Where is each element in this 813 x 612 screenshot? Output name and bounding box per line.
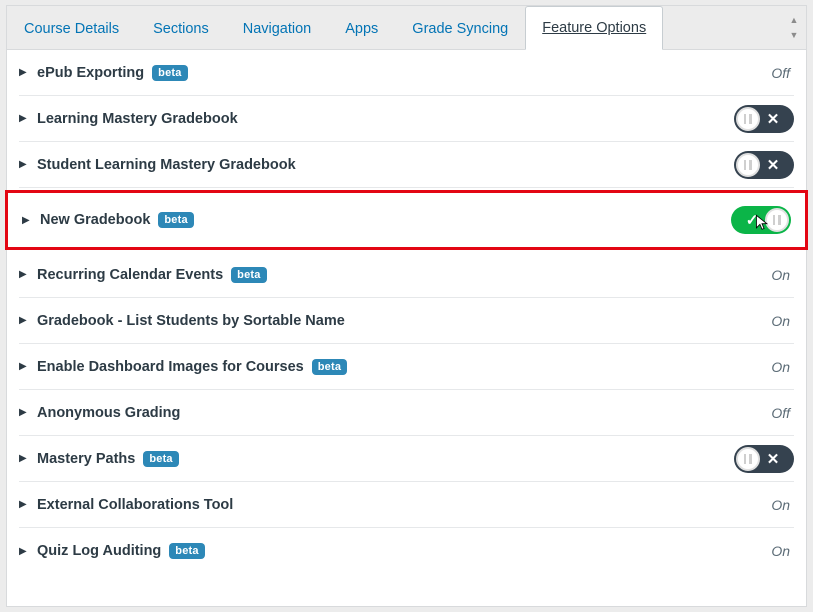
chevron-right-icon[interactable]: ▶ [19,453,29,464]
feature-row-epub-exporting: ▶ ePub Exporting beta Off [19,50,794,96]
feature-title: Quiz Log Auditing [37,543,161,559]
feature-row-left: ▶ Mastery Paths beta [19,451,734,467]
toggle-knob [765,208,789,232]
toggle-learning-mastery-gradebook[interactable]: ✕ [734,105,794,133]
close-icon: ✕ [762,156,784,174]
chevron-right-icon[interactable]: ▶ [19,499,29,510]
feature-state-text: On [771,543,790,559]
chevron-right-icon[interactable]: ▶ [19,159,29,170]
feature-row-student-learning-mastery: ▶ Student Learning Mastery Gradebook ✕ [19,142,794,188]
feature-row-mastery-paths: ▶ Mastery Paths beta ✕ [19,436,794,482]
tab-scroll-arrows: ▲ ▼ [786,6,802,49]
highlighted-feature: ▶ New Gradebook beta ✓ [5,190,808,250]
feature-row-left: ▶ Anonymous Grading [19,405,771,421]
beta-badge: beta [169,543,204,559]
toggle-mastery-paths[interactable]: ✕ [734,445,794,473]
feature-row-left: ▶ ePub Exporting beta [19,65,771,81]
feature-row-left: ▶ Recurring Calendar Events beta [19,267,771,283]
tab-course-details[interactable]: Course Details [7,6,136,50]
toggle-knob [736,107,760,131]
chevron-right-icon[interactable]: ▶ [19,546,29,557]
feature-row-external-collaborations-tool: ▶ External Collaborations Tool On [19,482,794,528]
feature-row-left: ▶ Gradebook - List Students by Sortable N… [19,313,771,329]
feature-row-left: ▶ Student Learning Mastery Gradebook [19,157,734,173]
feature-options-list: ▶ ePub Exporting beta Off ▶ Learning Mastery … [7,50,806,578]
feature-state-text: On [771,359,790,375]
chevron-right-icon[interactable]: ▶ [22,215,32,226]
toggle-knob [736,153,760,177]
toggle-student-learning-mastery[interactable]: ✕ [734,151,794,179]
feature-state-text: On [771,497,790,513]
check-icon: ✓ [741,211,763,229]
feature-title: Gradebook - List Students by Sortable Na… [37,313,345,329]
toggle-new-gradebook[interactable]: ✓ [731,206,791,234]
close-icon: ✕ [762,450,784,468]
beta-badge: beta [231,267,266,283]
feature-title: Enable Dashboard Images for Courses [37,359,304,375]
feature-state-text: Off [771,65,790,81]
feature-title: Anonymous Grading [37,405,180,421]
feature-state-text: Off [771,405,790,421]
beta-badge: beta [152,65,187,81]
feature-title: Mastery Paths [37,451,135,467]
tab-scroll-up-icon[interactable]: ▲ [786,16,802,25]
beta-badge: beta [158,212,193,228]
feature-row-left: ▶ Quiz Log Auditing beta [19,543,771,559]
feature-row-left: ▶ External Collaborations Tool [19,497,771,513]
chevron-right-icon[interactable]: ▶ [19,407,29,418]
feature-title: External Collaborations Tool [37,497,233,513]
chevron-right-icon[interactable]: ▶ [19,67,29,78]
beta-badge: beta [312,359,347,375]
feature-row-recurring-calendar-events: ▶ Recurring Calendar Events beta On [19,252,794,298]
tab-navigation[interactable]: Navigation [226,6,329,50]
feature-row-left: ▶ Learning Mastery Gradebook [19,111,734,127]
toggle-knob [736,447,760,471]
feature-row-left: ▶ Enable Dashboard Images for Courses beta [19,359,771,375]
feature-row-quiz-log-auditing: ▶ Quiz Log Auditing beta On [19,528,794,574]
chevron-right-icon[interactable]: ▶ [19,269,29,280]
feature-row-new-gradebook: ▶ New Gradebook beta ✓ [22,197,791,243]
feature-title: Student Learning Mastery Gradebook [37,157,296,173]
feature-title: ePub Exporting [37,65,144,81]
tab-apps[interactable]: Apps [328,6,395,50]
feature-row-enable-dashboard-images: ▶ Enable Dashboard Images for Courses beta… [19,344,794,390]
tab-grade-syncing[interactable]: Grade Syncing [395,6,525,50]
tab-scroll-down-icon[interactable]: ▼ [786,31,802,40]
feature-state-text: On [771,313,790,329]
feature-row-gradebook-list-sortable-name: ▶ Gradebook - List Students by Sortable N… [19,298,794,344]
close-icon: ✕ [762,110,784,128]
tab-feature-options[interactable]: Feature Options [525,6,663,50]
feature-row-learning-mastery-gradebook: ▶ Learning Mastery Gradebook ✕ [19,96,794,142]
feature-title: Recurring Calendar Events [37,267,223,283]
settings-tabs: Course DetailsSectionsNavigationAppsGrad… [7,6,806,50]
tab-sections[interactable]: Sections [136,6,226,50]
feature-row-anonymous-grading: ▶ Anonymous Grading Off [19,390,794,436]
beta-badge: beta [143,451,178,467]
feature-title: Learning Mastery Gradebook [37,111,238,127]
feature-row-left: ▶ New Gradebook beta [22,212,731,228]
chevron-right-icon[interactable]: ▶ [19,113,29,124]
chevron-right-icon[interactable]: ▶ [19,315,29,326]
feature-title: New Gradebook [40,212,150,228]
feature-state-text: On [771,267,790,283]
chevron-right-icon[interactable]: ▶ [19,361,29,372]
